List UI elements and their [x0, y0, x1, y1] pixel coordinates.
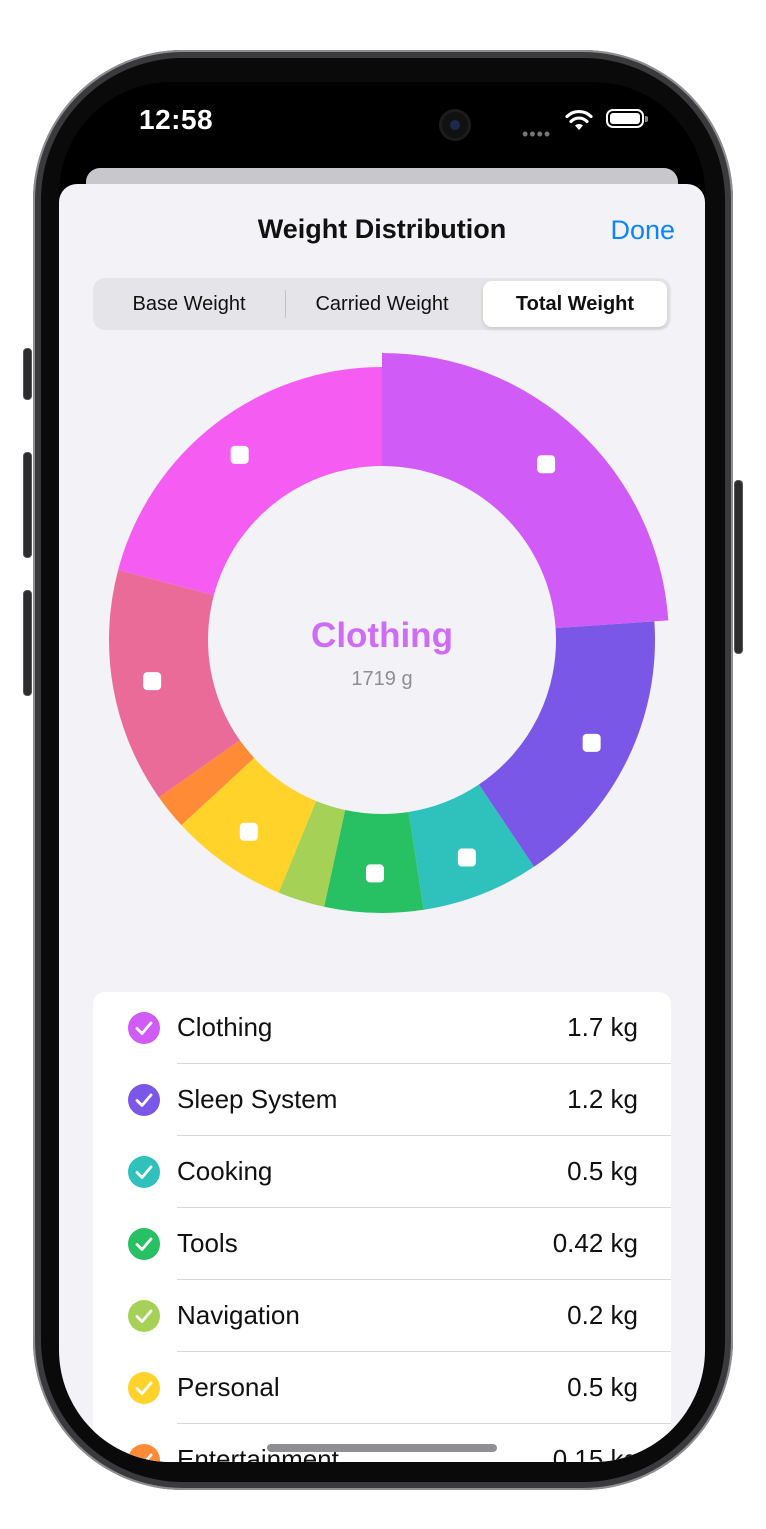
category-weight: 1.7 kg	[567, 1012, 638, 1042]
home-indicator[interactable]	[267, 1444, 497, 1452]
donut-chart: Clothing 1719 g	[59, 340, 705, 960]
volume-down-button	[23, 590, 32, 696]
category-weight: 0.15 kg	[552, 1444, 638, 1462]
category-name: Tools	[177, 1228, 238, 1258]
flashlight-icon	[365, 864, 384, 883]
checkmark-icon[interactable]	[128, 1372, 160, 1404]
list-item[interactable]: Personal 0.5 kg	[93, 1352, 671, 1424]
category-weight: 0.5 kg	[567, 1156, 638, 1186]
list-item[interactable]: Navigation 0.2 kg	[93, 1280, 671, 1352]
checkmark-icon[interactable]	[128, 1444, 160, 1462]
frying-pan-icon	[457, 848, 476, 867]
checkmark-icon[interactable]	[128, 1012, 160, 1044]
segment-total-weight[interactable]: Total Weight	[483, 281, 667, 327]
selected-category-weight: 1719 g	[351, 668, 413, 690]
screen: 12:58 •••• Weight Distribution Done Base…	[59, 82, 705, 1462]
wifi-icon	[565, 109, 593, 130]
slice-clothing[interactable]	[382, 353, 669, 629]
category-weight: 0.5 kg	[567, 1372, 638, 1402]
sleep-icon	[582, 733, 601, 752]
checkmark-icon[interactable]	[128, 1228, 160, 1260]
weight-type-segmented-control: Base Weight Carried Weight Total Weight	[93, 278, 671, 330]
category-weight: 0.42 kg	[552, 1228, 638, 1258]
tshirt-icon	[537, 455, 556, 474]
category-name: Navigation	[177, 1300, 300, 1330]
segment-carried-weight[interactable]: Carried Weight	[285, 278, 479, 330]
volume-up-button	[23, 452, 32, 558]
camera-icon	[442, 112, 468, 138]
weight-distribution-sheet: Weight Distribution Done Base Weight Car…	[59, 184, 705, 1462]
checkmark-icon[interactable]	[128, 1084, 160, 1116]
backpack-icon	[230, 445, 249, 464]
category-weight: 1.2 kg	[567, 1084, 638, 1114]
selected-category-label: Clothing	[311, 616, 453, 655]
list-item[interactable]: Clothing 1.7 kg	[93, 992, 671, 1064]
list-item[interactable]: Tools 0.42 kg	[93, 1208, 671, 1280]
checkmark-icon[interactable]	[128, 1156, 160, 1188]
segment-base-weight[interactable]: Base Weight	[93, 278, 285, 330]
category-name: Sleep System	[177, 1084, 338, 1114]
silent-switch	[23, 348, 32, 400]
power-button	[734, 480, 743, 654]
done-button[interactable]: Done	[610, 215, 675, 246]
category-name: Clothing	[177, 1012, 273, 1042]
category-name: Cooking	[177, 1156, 273, 1186]
list-item[interactable]: Cooking 0.5 kg	[93, 1136, 671, 1208]
battery-icon	[606, 109, 648, 128]
list-item[interactable]: Entertainment 0.15 kg	[93, 1424, 671, 1462]
slice-pack[interactable]	[118, 367, 382, 596]
category-weight: 0.2 kg	[567, 1300, 638, 1330]
status-time: 12:58	[139, 104, 214, 135]
category-name: Personal	[177, 1372, 280, 1402]
signal-icon: ••••	[522, 124, 552, 144]
checkmark-icon[interactable]	[128, 1300, 160, 1332]
category-list: Clothing 1.7 kg Sleep System 1.2 kg Cook…	[93, 992, 671, 1462]
list-item[interactable]: Sleep System 1.2 kg	[93, 1064, 671, 1136]
comb-icon	[239, 822, 258, 841]
sheet-title: Weight Distribution	[257, 214, 507, 244]
